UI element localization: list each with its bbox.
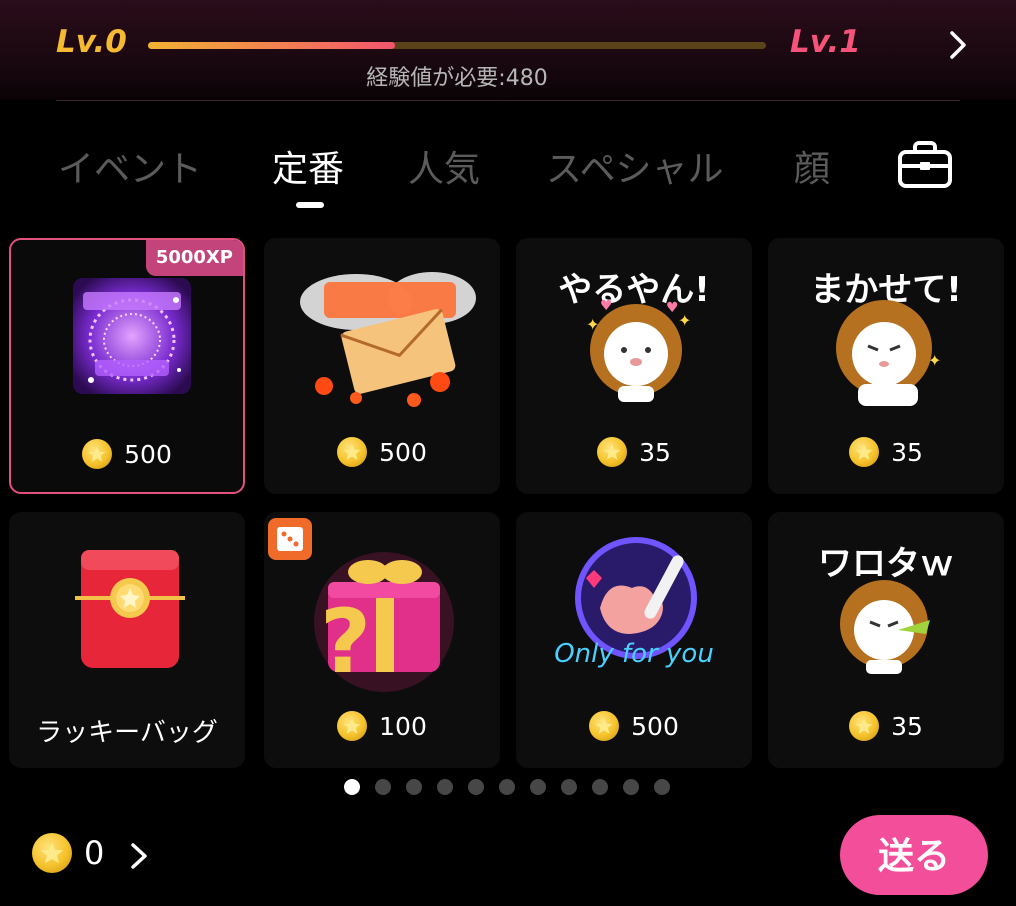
header-divider — [56, 100, 960, 101]
gift-price: 500 — [379, 438, 427, 467]
coin-icon — [337, 711, 368, 741]
sparkle-frame-gift-icon — [73, 278, 191, 394]
gift-price: 35 — [891, 438, 923, 467]
active-tab-indicator — [296, 202, 324, 208]
chevron-right-icon[interactable] — [128, 840, 150, 872]
page-dot[interactable] — [406, 779, 422, 795]
chevron-right-icon[interactable] — [946, 28, 970, 62]
coin-icon — [597, 437, 628, 467]
svg-text:♥: ♥ — [600, 298, 613, 314]
page-dot[interactable] — [499, 779, 515, 795]
lion-sticker-icon — [840, 580, 930, 674]
tab-face[interactable]: 顔 — [794, 140, 830, 192]
page-dot[interactable] — [561, 779, 577, 795]
coin-icon — [849, 437, 880, 467]
art-caption: Only for you — [554, 639, 714, 669]
page-dot[interactable] — [375, 779, 391, 795]
gift-name: ラッキーバッグ — [36, 718, 218, 748]
page-dot[interactable] — [437, 779, 453, 795]
gift-card-3[interactable]: やるやん! ✦ ✦ ♥ ♥ 35 — [516, 238, 752, 494]
level-progress-fill — [148, 42, 396, 49]
backpack-icon[interactable] — [896, 140, 954, 190]
svg-text:?: ? — [320, 590, 371, 693]
tab-standard[interactable]: 定番 — [272, 140, 344, 192]
tab-popular[interactable]: 人気 — [408, 140, 480, 192]
gift-card-2[interactable]: 500 — [264, 238, 500, 494]
lion-sticker-icon: ✦ — [836, 300, 941, 406]
tab-special[interactable]: スペシャル — [546, 140, 723, 192]
gift-card-4[interactable]: まかせて! ✦ 35 — [768, 238, 1004, 494]
coin-icon — [32, 833, 72, 873]
lucky-bag-icon — [75, 550, 185, 668]
gift-price: 500 — [631, 712, 679, 741]
balance-amount: 0 — [84, 834, 105, 872]
gift-card-6[interactable]: ? 100 — [264, 512, 500, 768]
svg-text:✦: ✦ — [678, 311, 691, 330]
page-dot[interactable] — [468, 779, 484, 795]
coin-icon — [337, 437, 368, 467]
tab-event[interactable]: イベント — [58, 140, 202, 192]
page-dot[interactable] — [654, 779, 670, 795]
svg-text:✦: ✦ — [586, 315, 599, 334]
coin-icon — [589, 711, 620, 741]
coin-balance[interactable]: 0 — [32, 833, 105, 878]
next-level-label: Lv.1 — [790, 24, 861, 60]
svg-text:✦: ✦ — [928, 351, 941, 370]
gift-card-1[interactable]: 5000XP 500 — [9, 238, 245, 494]
page-dot[interactable] — [623, 779, 639, 795]
coin-icon — [82, 439, 113, 469]
gift-price: 35 — [891, 712, 923, 741]
gift-price: 100 — [379, 712, 427, 741]
lion-sticker-icon: ✦ ✦ ♥ ♥ — [586, 298, 691, 402]
only-for-you-heart-hand-icon: Only for you — [554, 537, 714, 669]
send-button[interactable]: 送る — [840, 815, 988, 895]
mystery-gift-box-icon: ? — [268, 518, 454, 693]
gift-card-8[interactable]: ワロタｗ 35 — [768, 512, 1004, 768]
page-dot[interactable] — [344, 779, 360, 795]
gift-price: 35 — [639, 438, 671, 467]
level-progress-bar — [148, 42, 766, 49]
gift-card-5[interactable]: ラッキーバッグ — [9, 512, 245, 768]
xp-needed-text: 経験値が必要:480 — [366, 66, 548, 91]
gift-price: 500 — [124, 440, 172, 469]
svg-text:♥: ♥ — [666, 300, 679, 316]
coin-icon — [849, 711, 880, 741]
page-dot[interactable] — [530, 779, 546, 795]
current-level-label: Lv.0 — [56, 24, 127, 60]
page-dot[interactable] — [592, 779, 608, 795]
winged-letter-gift-icon — [300, 272, 476, 407]
gift-card-7[interactable]: Only for you 500 — [516, 512, 752, 768]
